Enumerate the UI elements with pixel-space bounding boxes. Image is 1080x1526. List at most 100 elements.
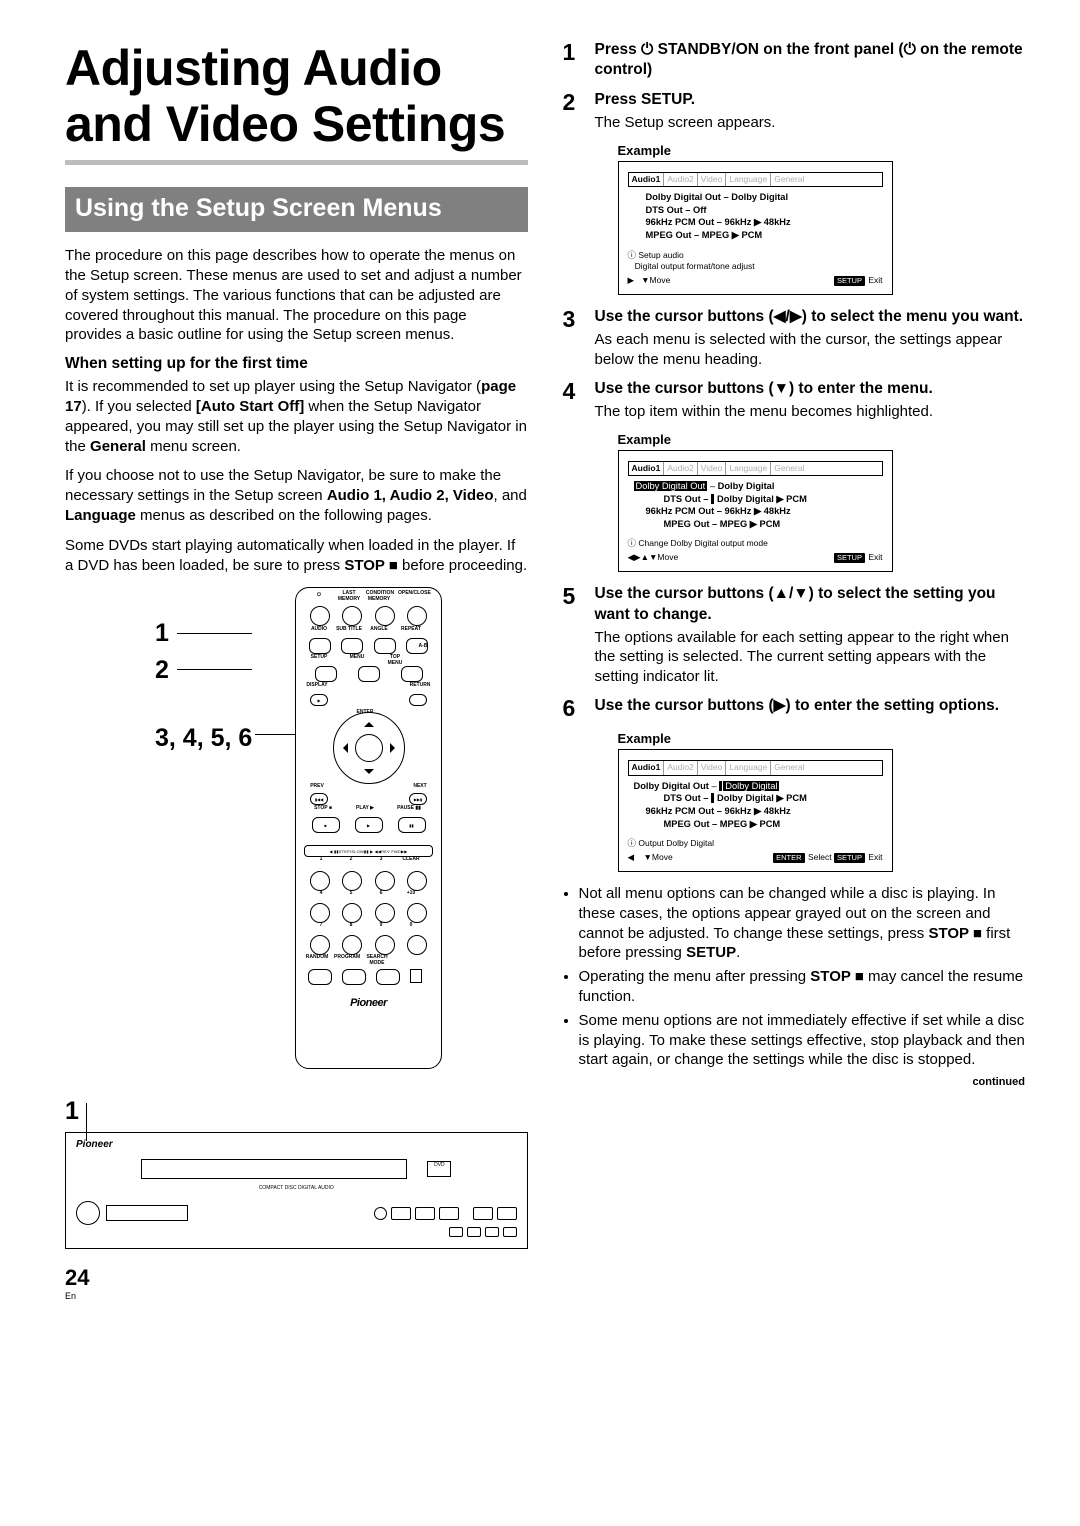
info-icon: ⓘ: [628, 538, 637, 548]
random-button: [308, 969, 332, 985]
step-4-num: 4: [563, 379, 585, 422]
power-icon: ⏻: [904, 41, 916, 58]
search-mode-button: [376, 969, 400, 985]
remote-brand: Pioneer: [304, 997, 433, 1009]
example-osd-2: Example Audio1 Audio2 Video Language Gen…: [618, 432, 1026, 573]
note-2: Operating the menu after pressing STOP ■…: [579, 967, 1026, 1007]
osd-tab-general: General: [771, 761, 807, 774]
setup-chip: SETUP: [834, 276, 865, 286]
osd-tab-video: Video: [698, 761, 727, 774]
panel-btn-6: [497, 1207, 517, 1220]
panel-small-3: [485, 1227, 499, 1237]
first-time-p3: Some DVDs start playing automatically wh…: [65, 536, 528, 576]
first-time-p1: It is recommended to set up player using…: [65, 377, 528, 456]
num-2: [342, 871, 362, 891]
enter-button: [355, 734, 383, 762]
info-icon: ⓘ: [628, 250, 637, 260]
power-button: [310, 606, 330, 626]
player-illustration: 1 Pioneer DVD COMPACT DISC DIGITAL AUDIO: [65, 1097, 528, 1247]
condition-memory-button: [375, 606, 395, 626]
power-icon: ⏻: [641, 41, 653, 58]
menu-button: [358, 666, 380, 682]
osd-tabs: Audio1 Audio2 Video Language General: [628, 760, 883, 775]
osd-tabs: Audio1 Audio2 Video Language General: [628, 172, 883, 187]
player-brand: Pioneer: [76, 1139, 113, 1150]
panel-small-2: [467, 1227, 481, 1237]
osd-tab-audio2: Audio2: [664, 462, 697, 475]
player-callout-1: 1: [65, 1097, 528, 1126]
play-button: ▶: [355, 817, 383, 833]
osd-tab-audio1: Audio1: [629, 462, 665, 475]
display-button: ▶: [310, 694, 328, 706]
pause-button: ▮▮: [398, 817, 426, 833]
setup-button: [315, 666, 337, 682]
osd-tab-language: Language: [726, 173, 771, 186]
step-1: 1 Press ⏻ STANDBY/ON on the front panel …: [563, 40, 1026, 80]
osd-tab-audio1: Audio1: [629, 761, 665, 774]
step-3-num: 3: [563, 307, 585, 369]
remote-callout-3456: 3, 4, 5, 6: [155, 720, 252, 756]
setup-chip: SETUP: [834, 553, 865, 563]
step-1-num: 1: [563, 40, 585, 80]
panel-btn-1: [374, 1207, 387, 1220]
next-button: ▶▶▮: [409, 793, 427, 805]
step-2-num: 2: [563, 90, 585, 133]
step-6: 6 Use the cursor buttons (▶) to enter th…: [563, 696, 1026, 721]
return-button: [409, 694, 427, 706]
panel-small-4: [503, 1227, 517, 1237]
num-4: [310, 903, 330, 923]
num-7: [310, 935, 330, 955]
panel-btn-3: [415, 1207, 435, 1220]
num-5: [342, 903, 362, 923]
continued-label: continued: [563, 1076, 1026, 1088]
panel-small-1: [449, 1227, 463, 1237]
standby-on-button: [76, 1201, 100, 1225]
subtitle-button: [341, 638, 363, 654]
step-4: 4 Use the cursor buttons (▼) to enter th…: [563, 379, 1026, 422]
first-time-p2: If you choose not to use the Setup Navig…: [65, 466, 528, 525]
osd-tab-video: Video: [698, 462, 727, 475]
step-6-num: 6: [563, 696, 585, 721]
note-1: Not all menu options can be changed whil…: [579, 884, 1026, 963]
osd-tab-general: General: [771, 173, 807, 186]
remote-callout-2: 2: [155, 652, 252, 688]
num-9: [375, 935, 395, 955]
num-3: [375, 871, 395, 891]
panel-btn-5: [473, 1207, 493, 1220]
remote-illustration: 1 2 3, 4, 5, 6 ⏻ LAST MEMORY CONDITION M…: [65, 587, 528, 1077]
stop-button: ■: [312, 817, 340, 833]
step-5: 5 Use the cursor buttons (▲/▼) to select…: [563, 584, 1026, 686]
panel-btn-2: [391, 1207, 411, 1220]
light-indicator: [410, 969, 422, 983]
osd-tab-language: Language: [726, 761, 771, 774]
prev-button: ▮◀◀: [310, 793, 328, 805]
note-3: Some menu options are not immediately ef…: [579, 1011, 1026, 1070]
setup-chip: SETUP: [834, 853, 865, 863]
num-1: [310, 871, 330, 891]
enter-chip: ENTER: [773, 853, 804, 863]
open-close-button: [407, 606, 427, 626]
clear-button: [407, 871, 427, 891]
example-osd-1: Example Audio1 Audio2 Video Language Gen…: [618, 143, 1026, 295]
num-8: [342, 935, 362, 955]
page-number: 24: [65, 1265, 528, 1291]
top-menu-button: [401, 666, 423, 682]
osd-tab-general: General: [771, 462, 807, 475]
disc-tray: [141, 1159, 407, 1179]
compact-disc-label: COMPACT DISC DIGITAL AUDIO: [259, 1185, 334, 1191]
program-button: [342, 969, 366, 985]
num-0: [407, 935, 427, 955]
intro-paragraph: The procedure on this page describes how…: [65, 246, 528, 345]
page-lang: En: [65, 1291, 528, 1301]
section-heading: Using the Setup Screen Menus: [65, 187, 528, 232]
osd-tab-language: Language: [726, 462, 771, 475]
osd-tab-audio2: Audio2: [664, 761, 697, 774]
page-title: Adjusting Audio and Video Settings: [65, 40, 528, 152]
osd-tab-video: Video: [698, 173, 727, 186]
osd-tab-audio2: Audio2: [664, 173, 697, 186]
plus10-button: [407, 903, 427, 923]
step-3: 3 Use the cursor buttons (◀/▶) to select…: [563, 307, 1026, 369]
remote-callout-1: 1: [155, 615, 252, 651]
audio-button: [309, 638, 331, 654]
step-5-num: 5: [563, 584, 585, 686]
